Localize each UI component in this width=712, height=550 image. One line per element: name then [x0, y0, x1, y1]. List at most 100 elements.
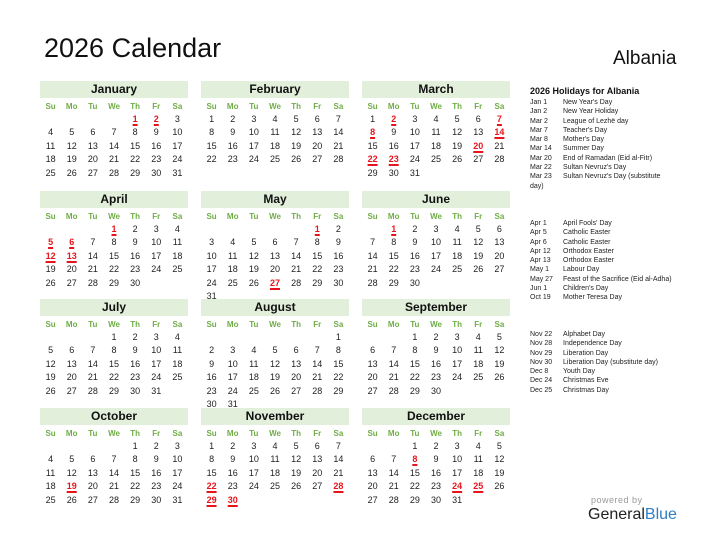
weekday-label: Fr [474, 320, 483, 329]
day-cell: 9 [132, 345, 138, 356]
weekday-label: Mo [226, 212, 239, 221]
empty-day-cell [103, 113, 124, 126]
day-cell: 27 [367, 494, 378, 505]
holiday-day-cell: 22 [206, 481, 217, 492]
day-cell: 28 [312, 385, 323, 396]
holiday-date: Mar 22 [530, 164, 552, 172]
weekday-label: We [108, 429, 120, 438]
day-cell: 16 [388, 140, 399, 151]
week-row: 8 9 10 11 12 13 14 [201, 126, 349, 139]
day-cell: 24 [151, 264, 162, 275]
weekday-label: Th [130, 212, 141, 221]
day-cell: 2 [132, 224, 138, 234]
generalblue-logo[interactable]: GeneralBlue [588, 506, 677, 524]
empty-day-cell [61, 440, 82, 453]
day-cell: 19 [494, 467, 505, 478]
week-row: 19 20 21 22 23 24 25 [40, 263, 188, 276]
day-cell: 1 [132, 441, 138, 451]
holiday-item: Oct 19 Mother Teresa Day [530, 293, 710, 302]
day-cell: 19 [473, 250, 484, 261]
week-row: 12 [201, 223, 349, 236]
month-header: December [362, 408, 510, 425]
week-row: 3 4 5 6 7 8 9 [201, 236, 349, 249]
day-cell: 17 [452, 467, 463, 478]
day-cell: 3 [251, 441, 257, 451]
day-cell: 7 [111, 127, 117, 138]
weekday-label: Su [206, 429, 217, 438]
day-cell: 19 [269, 372, 280, 383]
holiday-day-cell: 30 [227, 494, 238, 505]
day-cell: 12 [494, 454, 505, 465]
day-cell: 10 [172, 454, 183, 465]
day-cell: 22 [130, 481, 141, 492]
holiday-date: Dec 25 [530, 386, 553, 394]
empty-day-cell [61, 331, 82, 344]
holiday-date: Apr 6 [530, 238, 547, 246]
day-cell: 27 [367, 385, 378, 396]
holiday-date: Nov 29 [530, 349, 553, 357]
day-cell: 16 [130, 250, 141, 261]
weekday-label: Th [130, 429, 141, 438]
holiday-name: New Year Holiday [563, 108, 619, 116]
day-cell: 23 [333, 264, 344, 275]
holiday-day-cell: 14 [494, 127, 505, 138]
empty-day-cell [362, 440, 383, 453]
day-cell: 19 [291, 140, 302, 151]
weekday-label: Tu [410, 102, 420, 111]
holiday-item: Apr 13 Orthodox Easter [530, 256, 710, 265]
day-cell: 1 [209, 441, 215, 451]
week-row: 6 7 8 9 10 11 12 [362, 453, 510, 466]
day-cell: 13 [87, 467, 98, 478]
day-cell: 16 [333, 250, 344, 261]
weekday-header-row: Su Mo Tu We Th Fr Sa [362, 318, 510, 331]
day-cell: 4 [272, 441, 278, 451]
day-cell: 19 [45, 264, 56, 275]
day-cell: 22 [206, 154, 217, 165]
holiday-day-cell: 2 [153, 114, 159, 124]
day-cell: 30 [151, 167, 162, 178]
holiday-list: Apr 1 April Fools' Day Apr 5 Catholic Easte… [530, 219, 710, 303]
day-cell: 18 [452, 250, 463, 261]
holiday-name: Christmas Day [563, 386, 609, 394]
holiday-name: Summer Day [563, 145, 604, 153]
day-cell: 8 [412, 345, 418, 356]
day-cell: 1 [412, 441, 418, 451]
day-cell: 10 [151, 237, 162, 248]
weekday-label: Sa [494, 102, 505, 111]
day-cell: 19 [248, 264, 259, 275]
weekday-label: We [430, 429, 442, 438]
day-cell: 18 [473, 467, 484, 478]
day-cell: 20 [269, 264, 280, 275]
day-cell: 6 [90, 127, 96, 138]
holiday-item: Apr 5 Catholic Easter [530, 228, 710, 237]
day-cell: 21 [108, 154, 119, 165]
day-cell: 25 [172, 372, 183, 383]
day-cell: 27 [291, 385, 302, 396]
day-cell: 26 [269, 385, 280, 396]
holiday-day-cell: 20 [473, 140, 484, 151]
day-cell: 25 [45, 494, 56, 505]
empty-day-cell [328, 494, 349, 507]
day-cell: 10 [206, 250, 217, 261]
day-cell: 19 [66, 154, 77, 165]
day-cell: 29 [388, 277, 399, 288]
day-cell: 4 [174, 332, 180, 342]
weekday-header-row: Su Mo Tu We Th Fr Sa [201, 210, 349, 223]
day-cell: 30 [333, 277, 344, 288]
holiday-date: Apr 12 [530, 247, 551, 255]
holiday-day-cell: 25 [473, 481, 484, 492]
empty-day-cell [201, 331, 222, 344]
empty-day-cell [167, 385, 188, 398]
weekday-label: Su [206, 320, 217, 329]
empty-day-cell [167, 277, 188, 290]
weekday-label: Fr [152, 429, 161, 438]
day-cell: 24 [227, 385, 238, 396]
holiday-date: Dec 8 [530, 368, 549, 376]
day-cell: 12 [473, 237, 484, 248]
day-cell: 24 [452, 372, 463, 383]
empty-day-cell [82, 113, 103, 126]
holiday-name: Liberation Day (substitute day) [563, 358, 658, 366]
day-cell: 21 [333, 140, 344, 151]
weekday-label: Th [130, 320, 141, 329]
weekday-label: Fr [313, 320, 322, 329]
